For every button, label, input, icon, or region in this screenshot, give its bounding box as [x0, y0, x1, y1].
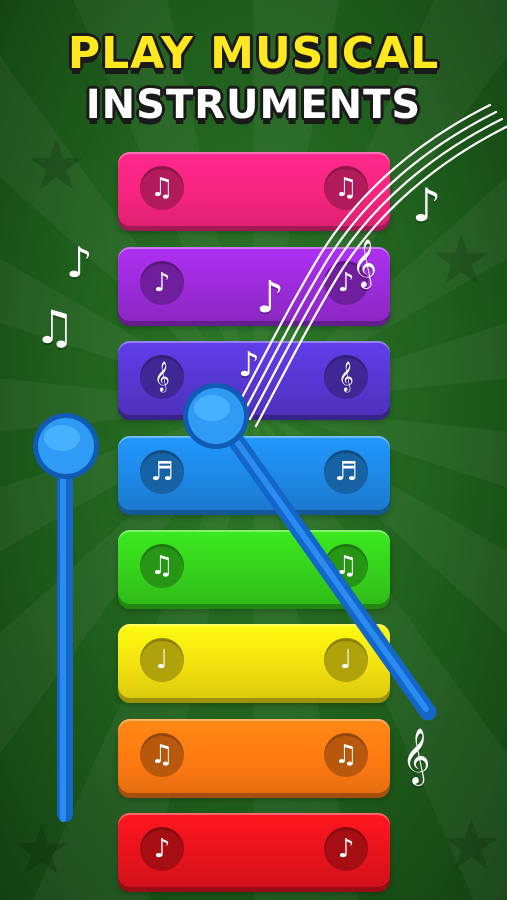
- left-mallet[interactable]: [33, 413, 99, 822]
- right-mallet[interactable]: [183, 383, 437, 721]
- mallets: [33, 383, 437, 822]
